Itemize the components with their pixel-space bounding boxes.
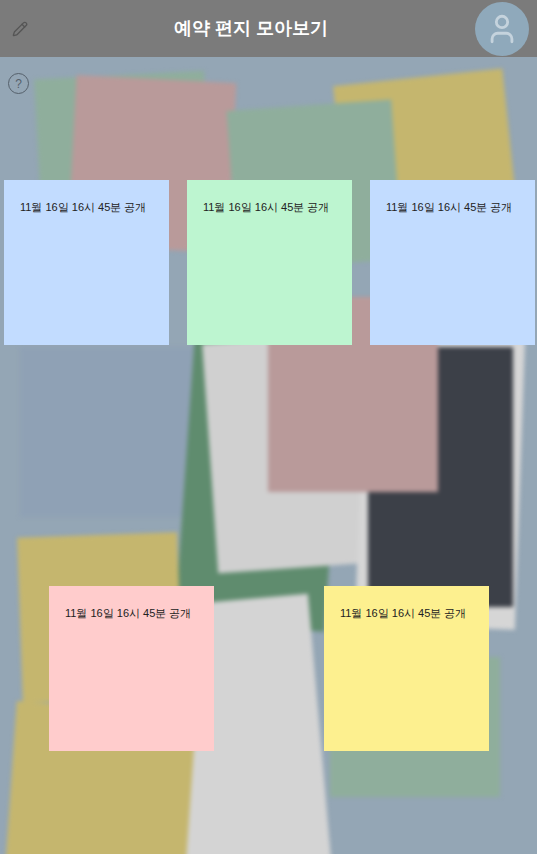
background-note xyxy=(20,347,195,517)
avatar[interactable] xyxy=(475,2,529,56)
header: 예약 편지 모아보기 xyxy=(0,0,537,57)
letter-note[interactable]: 11월 16일 16시 45분 공개 xyxy=(49,586,214,751)
help-icon[interactable]: ? xyxy=(8,73,29,94)
letter-open-time: 11월 16일 16시 45분 공개 xyxy=(65,607,191,619)
letter-note[interactable]: 11월 16일 16시 45분 공개 xyxy=(187,180,352,345)
letter-open-time: 11월 16일 16시 45분 공개 xyxy=(203,201,329,213)
letter-note[interactable]: 11월 16일 16시 45분 공개 xyxy=(4,180,169,345)
pencil-icon[interactable] xyxy=(12,21,28,37)
letter-note[interactable]: 11월 16일 16시 45분 공개 xyxy=(324,586,489,751)
letter-open-time: 11월 16일 16시 45분 공개 xyxy=(386,201,512,213)
user-icon xyxy=(485,12,519,46)
letter-open-time: 11월 16일 16시 45분 공개 xyxy=(340,607,466,619)
page-title: 예약 편지 모아보기 xyxy=(174,15,328,42)
letter-board: ? 11월 16일 16시 45분 공개 11월 16일 16시 45분 공개 11월… xyxy=(0,57,537,854)
letter-open-time: 11월 16일 16시 45분 공개 xyxy=(20,201,146,213)
letter-note[interactable]: 11월 16일 16시 45분 공개 xyxy=(370,180,535,345)
app: 예약 편지 모아보기? 11월 16일 16시 45분 공개 11월 16일 16시… xyxy=(0,0,537,854)
